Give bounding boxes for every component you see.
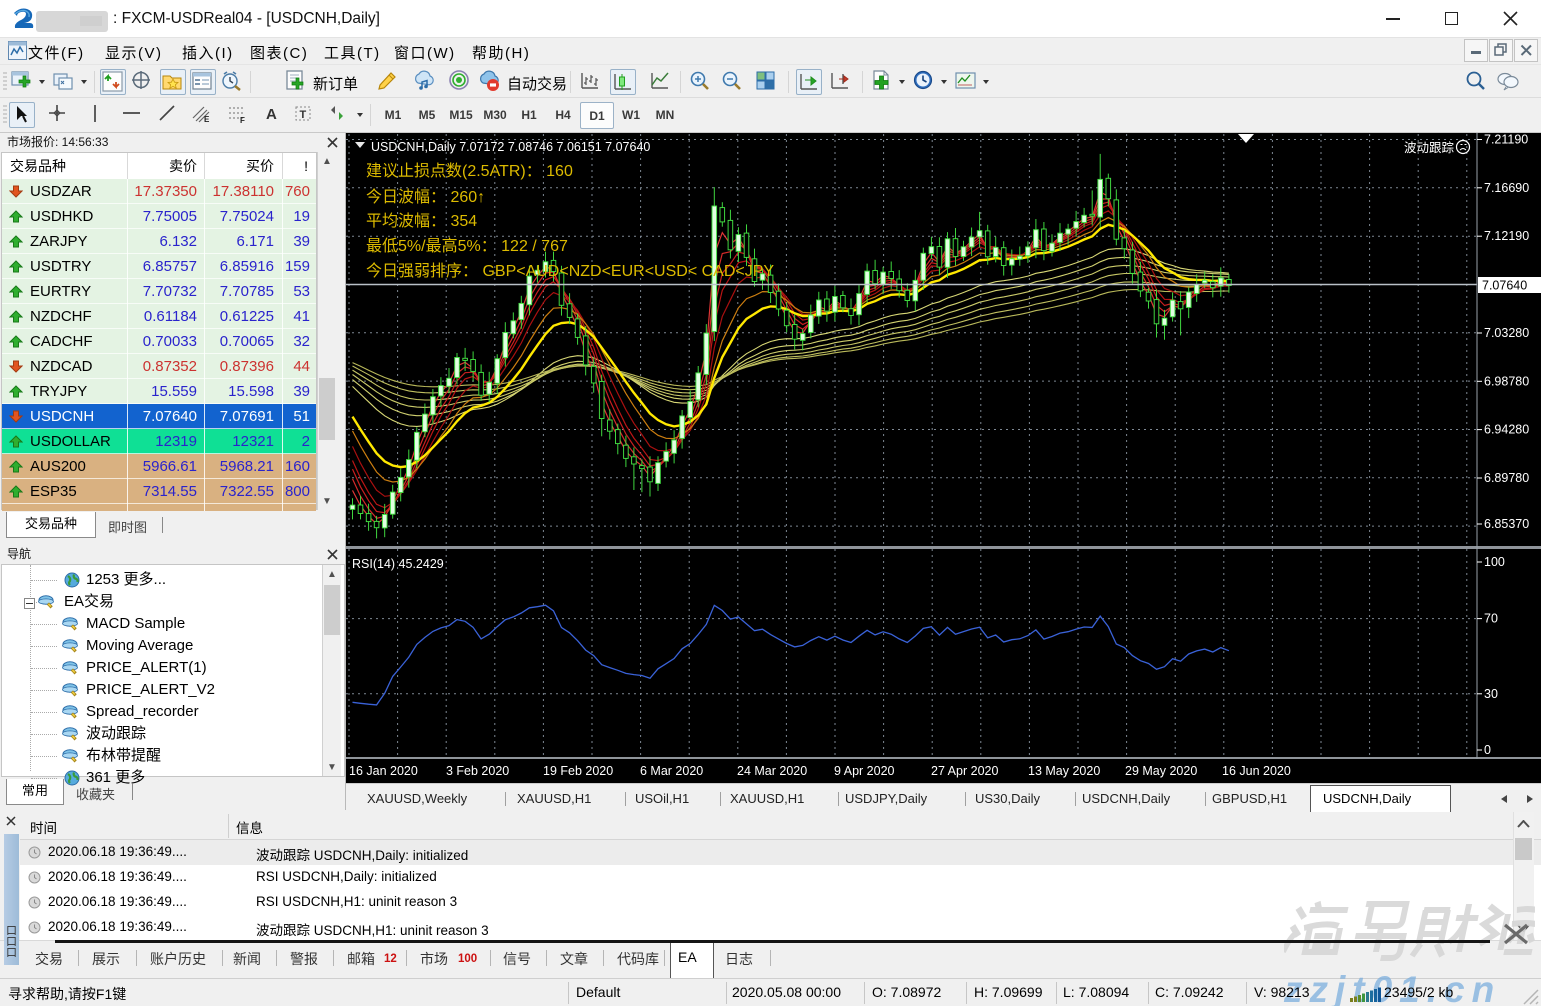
svg-text:6.89780: 6.89780	[1484, 471, 1529, 485]
svg-text:29 May 2020: 29 May 2020	[1125, 764, 1197, 778]
svg-text:6.98780: 6.98780	[1484, 374, 1529, 388]
svg-text:最低5%/最高5%： 122 / 767: 最低5%/最高5%： 122 / 767	[366, 237, 568, 255]
svg-text:6.85370: 6.85370	[1484, 517, 1529, 531]
svg-text:100: 100	[1484, 555, 1505, 569]
svg-text:USDCNH,Daily 7.07172 7.08746: USDCNH,Daily 7.07172 7.08746 7.06151 7.0…	[371, 140, 650, 154]
svg-text:0: 0	[1484, 743, 1491, 757]
svg-text:E: E	[204, 115, 210, 124]
svg-text:3 Feb 2020: 3 Feb 2020	[446, 764, 509, 778]
svg-text:6.94280: 6.94280	[1484, 423, 1529, 437]
svg-text:30: 30	[1484, 687, 1498, 701]
svg-text:今日强弱排序： GBP<AUD<NZD<EUR<USD<: 今日强弱排序： GBP<AUD<NZD<EUR<USD< CAD<JPY	[366, 262, 774, 280]
svg-text:今日波幅： 260↑: 今日波幅： 260↑	[366, 188, 485, 206]
svg-text:7.07640: 7.07640	[1482, 279, 1527, 293]
svg-text:波动跟踪: 波动跟踪	[1404, 141, 1455, 155]
svg-text:13 May 2020: 13 May 2020	[1028, 764, 1100, 778]
svg-text:平均波幅： 354: 平均波幅： 354	[366, 212, 477, 230]
svg-text:70: 70	[1484, 612, 1498, 626]
svg-text:7.03280: 7.03280	[1484, 326, 1529, 340]
svg-text:16 Jan 2020: 16 Jan 2020	[349, 764, 418, 778]
svg-text:A: A	[266, 106, 277, 123]
svg-text:7.12190: 7.12190	[1484, 229, 1529, 243]
svg-text:16 Jun 2020: 16 Jun 2020	[1222, 764, 1291, 778]
svg-text:19 Feb 2020: 19 Feb 2020	[543, 764, 613, 778]
svg-text:24 Mar 2020: 24 Mar 2020	[737, 764, 807, 778]
svg-text:27 Apr 2020: 27 Apr 2020	[931, 764, 998, 778]
svg-text:F: F	[240, 116, 245, 125]
svg-text:RSI(14) 45.2429: RSI(14) 45.2429	[352, 557, 444, 571]
svg-text:7.16690: 7.16690	[1484, 181, 1529, 195]
svg-text:建议止损点数(2.5ATR)： 160: 建议止损点数(2.5ATR)： 160	[366, 162, 573, 180]
svg-text:6 Mar 2020: 6 Mar 2020	[640, 764, 703, 778]
svg-text:7.21190: 7.21190	[1484, 133, 1528, 147]
svg-text:T: T	[300, 109, 307, 121]
svg-text:9 Apr 2020: 9 Apr 2020	[834, 764, 895, 778]
